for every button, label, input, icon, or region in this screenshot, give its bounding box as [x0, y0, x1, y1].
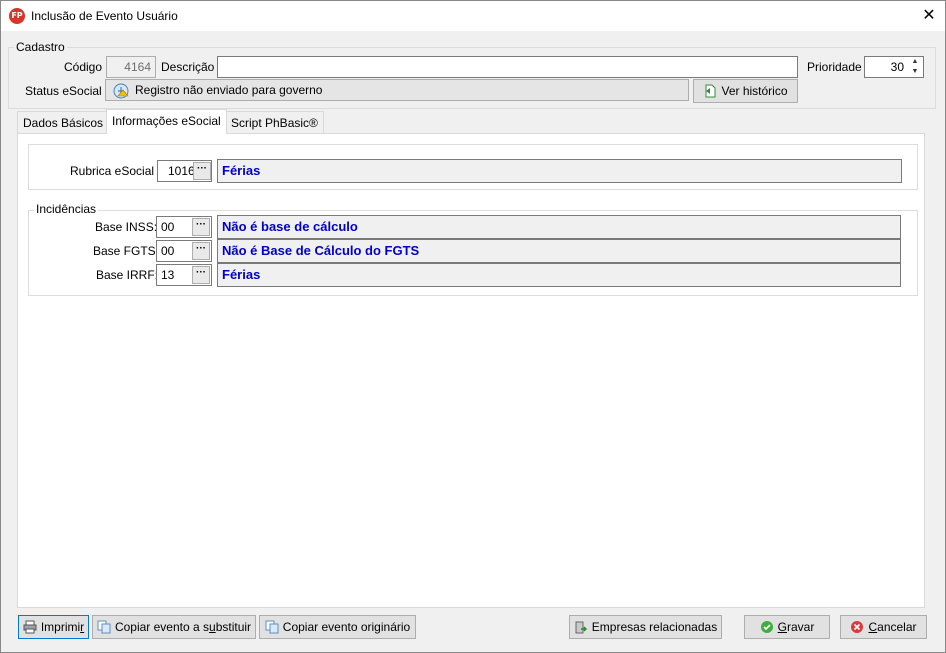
- base-inss-code: 00: [161, 220, 175, 234]
- prioridade-input[interactable]: 30: [864, 56, 908, 78]
- copiar-substituir-label: Copiar evento a substituir: [114, 620, 252, 634]
- cancelar-button[interactable]: Cancelar: [840, 615, 927, 639]
- cadastro-legend: Cadastro: [14, 40, 67, 54]
- spin-up-icon[interactable]: ▲: [907, 57, 923, 67]
- prioridade-label: Prioridade: [807, 60, 862, 74]
- codigo-label: Código: [64, 60, 103, 74]
- gravar-button[interactable]: Gravar: [744, 615, 830, 639]
- status-text: Registro não enviado para governo: [135, 83, 323, 97]
- warning-shield-icon: [113, 83, 129, 102]
- ver-historico-label: Ver histórico: [721, 84, 788, 98]
- empresas-label: Empresas relacionadas: [591, 620, 718, 634]
- base-fgts-code: 00: [161, 244, 175, 258]
- gravar-label: Gravar: [777, 620, 815, 634]
- rubrica-code: 1016: [168, 164, 195, 178]
- base-irrf-description: Férias: [217, 263, 901, 287]
- copiar-originario-label: Copiar evento originário: [282, 620, 411, 634]
- rubrica-lookup-button[interactable]: ···: [193, 162, 211, 180]
- base-irrf-lookup-button[interactable]: ···: [192, 266, 210, 284]
- tab-script-phbasic[interactable]: Script PhBasic®: [225, 111, 324, 133]
- app-logo-icon: FP: [9, 8, 25, 24]
- empresas-relacionadas-button[interactable]: Empresas relacionadas: [569, 615, 722, 639]
- descricao-label: Descrição: [161, 60, 215, 74]
- base-fgts-description: Não é Base de Cálculo do FGTS: [217, 239, 901, 263]
- base-irrf-label: Base IRRF:: [96, 268, 159, 282]
- cancelar-label: Cancelar: [868, 620, 917, 634]
- rubrica-description: Férias: [217, 159, 902, 183]
- cancel-circle-icon: [850, 620, 864, 635]
- prioridade-spinner[interactable]: ▲ ▼: [907, 56, 924, 78]
- descricao-input[interactable]: [217, 56, 798, 78]
- check-circle-icon: [760, 620, 774, 635]
- history-doc-icon: [703, 84, 717, 99]
- base-inss-label: Base INSS:: [95, 220, 158, 234]
- base-inss-lookup-button[interactable]: ···: [192, 218, 210, 236]
- tab-informacoes-esocial[interactable]: Informações eSocial: [106, 109, 227, 134]
- building-arrow-icon: [574, 620, 588, 635]
- imprimir-label: Imprimir: [40, 620, 85, 634]
- incidencias-legend: Incidências: [34, 202, 99, 216]
- status-box: Registro não enviado para governo: [105, 79, 689, 101]
- base-irrf-code: 13: [161, 268, 175, 282]
- copiar-evento-originario-button[interactable]: Copiar evento originário: [259, 615, 416, 639]
- tab-dados-basicos[interactable]: Dados Básicos: [17, 111, 110, 133]
- ver-historico-button[interactable]: Ver histórico: [693, 79, 798, 103]
- close-icon[interactable]: ✕: [917, 5, 941, 27]
- tab-panel: [17, 133, 925, 608]
- copiar-evento-substituir-button[interactable]: Copiar evento a substituir: [92, 615, 256, 639]
- base-inss-description: Não é base de cálculo: [217, 215, 901, 239]
- base-fgts-label: Base FGTS:: [93, 244, 160, 258]
- printer-icon: [23, 620, 37, 635]
- spin-down-icon[interactable]: ▼: [907, 67, 923, 77]
- codigo-field[interactable]: 4164: [106, 56, 156, 78]
- rubrica-label: Rubrica eSocial: [70, 164, 155, 178]
- title-bar: FP Inclusão de Evento Usuário ✕: [1, 1, 945, 31]
- copy-icon: [97, 620, 111, 635]
- base-fgts-lookup-button[interactable]: ···: [192, 242, 210, 260]
- imprimir-button[interactable]: Imprimir: [18, 615, 89, 639]
- copy-icon: [265, 620, 279, 635]
- window-title: Inclusão de Evento Usuário: [31, 9, 178, 23]
- status-label: Status eSocial: [25, 84, 102, 98]
